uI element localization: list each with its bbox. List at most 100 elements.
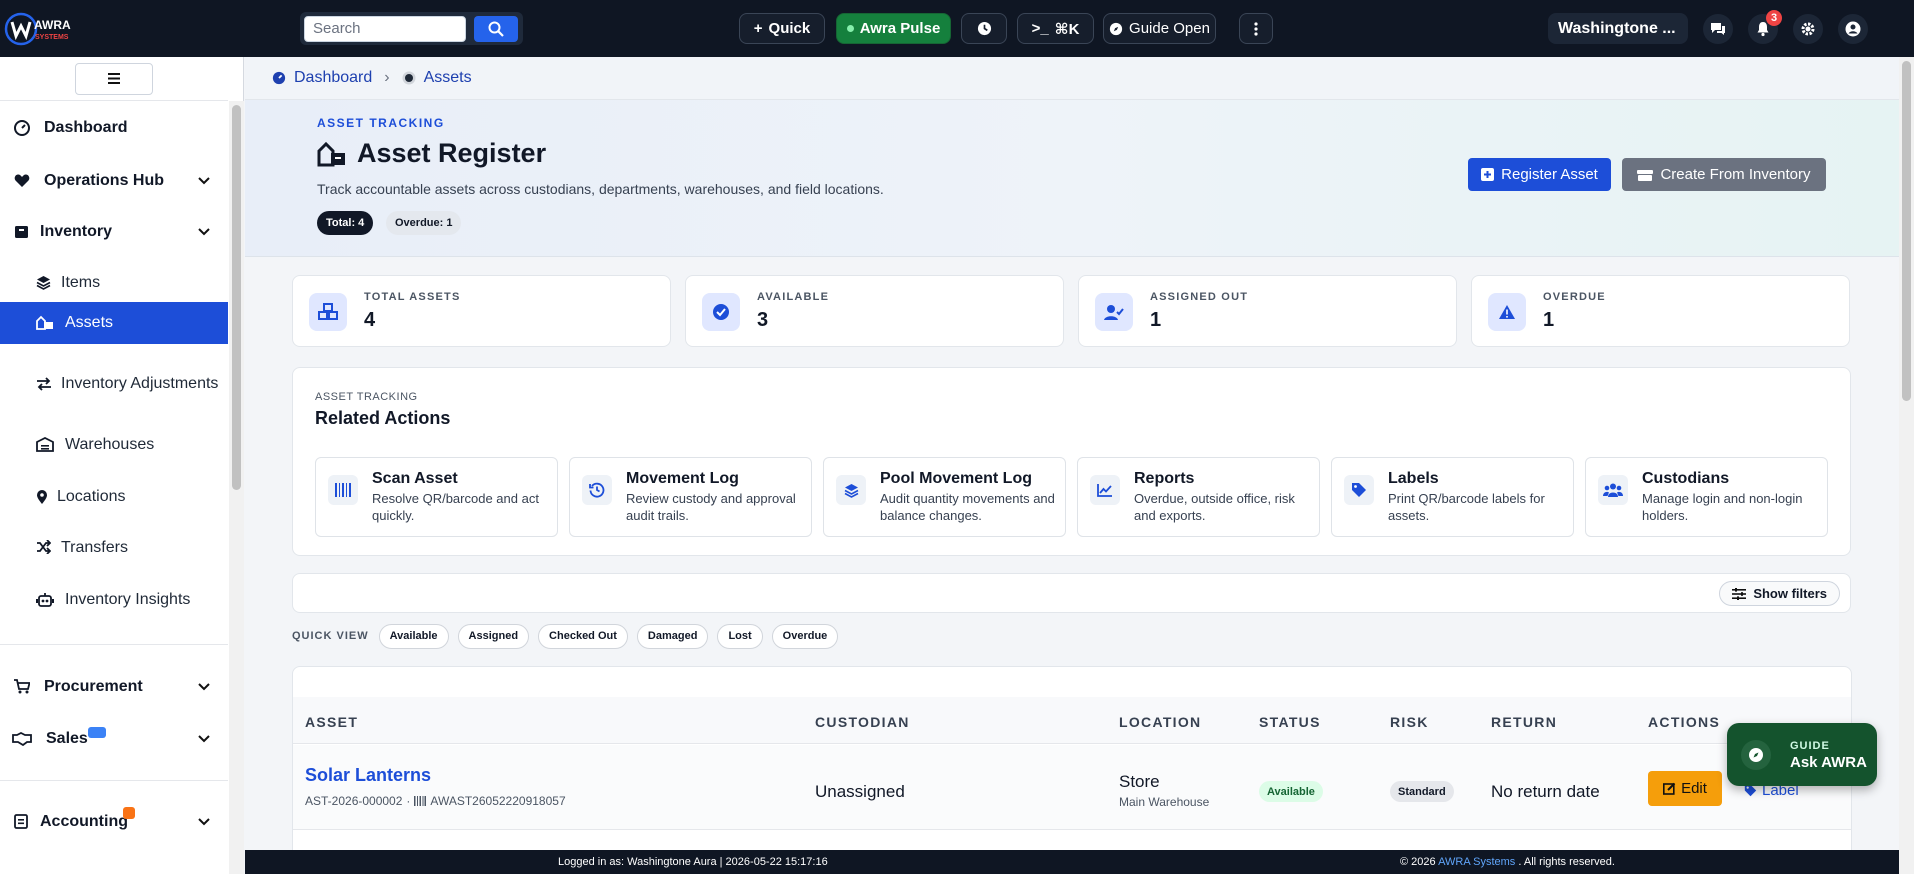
search-input[interactable] bbox=[304, 15, 466, 42]
notifications-button[interactable]: 3 bbox=[1748, 10, 1782, 44]
chevron-down-icon bbox=[198, 177, 210, 185]
edit-button[interactable]: Edit bbox=[1648, 771, 1722, 806]
register-asset-label: Register Asset bbox=[1501, 166, 1598, 183]
quick-view-chip-lost[interactable]: Lost bbox=[717, 623, 763, 649]
column-header-risk[interactable]: RISK bbox=[1390, 714, 1429, 730]
footer-brand-link[interactable]: AWRA Systems bbox=[1438, 856, 1515, 868]
sidebar-item-inventory-insights[interactable]: Inventory Insights bbox=[0, 574, 228, 626]
awra-pulse-button[interactable]: Awra Pulse bbox=[836, 13, 951, 44]
plus-icon: + bbox=[753, 20, 763, 37]
action-title: Labels bbox=[1388, 470, 1439, 487]
quick-view-chip-damaged[interactable]: Damaged bbox=[636, 623, 709, 649]
footer-copyright: © 2026 AWRA Systems . All rights reserve… bbox=[1400, 856, 1615, 868]
command-palette-button[interactable]: >_ ⌘K bbox=[1017, 13, 1094, 44]
sidebar-item-operations-hub[interactable]: Operations Hub bbox=[0, 155, 228, 207]
breadcrumb-home-link[interactable]: Dashboard bbox=[294, 69, 372, 87]
stat-label: TOTAL ASSETS bbox=[364, 291, 461, 303]
action-card-scan-asset[interactable]: Scan Asset Resolve QR/barcode and act qu… bbox=[315, 457, 558, 537]
settings-button[interactable] bbox=[1793, 14, 1823, 44]
robot-icon bbox=[36, 592, 54, 607]
status-badge: Available bbox=[1259, 781, 1323, 802]
guide-open-label: Guide Open bbox=[1129, 20, 1210, 37]
overdue-count-pill: Overdue: 1 bbox=[386, 211, 462, 235]
pulse-dot-icon bbox=[846, 25, 854, 32]
action-description: Print QR/barcode labels for assets. bbox=[1388, 491, 1545, 523]
sidebar-item-label: Sales bbox=[46, 730, 88, 747]
register-asset-button[interactable]: Register Asset bbox=[1468, 158, 1611, 191]
layers-icon bbox=[36, 275, 51, 290]
profile-button[interactable] bbox=[1838, 14, 1868, 44]
sidebar-toggle-button[interactable] bbox=[75, 62, 153, 95]
sidebar-item-label: Operations Hub bbox=[44, 172, 165, 189]
stat-label: ASSIGNED OUT bbox=[1150, 291, 1249, 303]
sidebar-divider bbox=[0, 780, 228, 781]
action-card-movement-log[interactable]: Movement Log Review custody and approval… bbox=[569, 457, 812, 537]
sidebar-item-procurement[interactable]: Procurement bbox=[0, 661, 228, 713]
sidebar-scroll-thumb[interactable] bbox=[232, 105, 241, 490]
action-card-pool-movement-log[interactable]: Pool Movement Log Audit quantity movemen… bbox=[823, 457, 1066, 537]
sidebar-item-sales[interactable]: Sales bbox=[0, 713, 228, 765]
awra-logo[interactable]: AWRA SYSTEMS bbox=[4, 12, 86, 46]
sidebar-item-warehouses[interactable]: Warehouses bbox=[0, 419, 228, 471]
sidebar-item-label: Warehouses bbox=[65, 436, 155, 453]
quick-view-chip-assigned[interactable]: Assigned bbox=[457, 623, 530, 649]
search-button[interactable] bbox=[474, 15, 518, 42]
asset-code: AST-2026-000002 bbox=[305, 794, 403, 808]
search-box bbox=[300, 12, 523, 45]
column-header-location[interactable]: LOCATION bbox=[1119, 714, 1201, 730]
guide-open-button[interactable]: Guide Open bbox=[1103, 13, 1216, 44]
show-filters-button[interactable]: Show filters bbox=[1719, 581, 1840, 606]
sidebar-item-label: Inventory Insights bbox=[65, 591, 191, 608]
quick-view-chip-checked-out[interactable]: Checked Out bbox=[538, 623, 628, 649]
compass-icon bbox=[1109, 22, 1123, 35]
chevron-down-icon bbox=[198, 683, 210, 691]
quick-button[interactable]: + Quick bbox=[739, 13, 825, 44]
footer-login-info: Logged in as: Washingtone Aura | 2026-05… bbox=[558, 856, 828, 868]
column-header-asset[interactable]: ASSET bbox=[305, 714, 358, 730]
chevron-down-icon bbox=[198, 228, 210, 236]
user-name: Washingtone ... bbox=[1558, 19, 1676, 37]
clock-button[interactable] bbox=[961, 13, 1007, 44]
guide-kicker: GUIDE bbox=[1790, 740, 1830, 752]
ask-awra-guide-button[interactable]: GUIDE Ask AWRA bbox=[1727, 723, 1877, 786]
barcode-icon bbox=[414, 796, 427, 806]
sidebar-item-assets[interactable]: Assets bbox=[0, 302, 228, 344]
sidebar-item-inventory-adjustments[interactable]: Inventory Adjustments bbox=[0, 354, 228, 414]
sidebar-item-dashboard[interactable]: Dashboard bbox=[0, 101, 228, 155]
create-from-inventory-button[interactable]: Create From Inventory bbox=[1622, 158, 1826, 191]
quick-view-chip-overdue[interactable]: Overdue bbox=[771, 623, 839, 649]
action-description: Overdue, outside office, risk and export… bbox=[1134, 491, 1295, 523]
sidebar-item-locations[interactable]: Locations bbox=[0, 471, 228, 523]
asset-name-link[interactable]: Solar Lanterns bbox=[305, 765, 431, 786]
chevron-down-icon bbox=[198, 735, 210, 743]
column-header-status[interactable]: STATUS bbox=[1259, 714, 1321, 730]
action-card-reports[interactable]: Reports Overdue, outside office, risk an… bbox=[1077, 457, 1320, 537]
action-title: Pool Movement Log bbox=[880, 470, 1032, 487]
sliders-icon bbox=[1732, 587, 1747, 600]
sidebar-item-label: Procurement bbox=[44, 678, 143, 695]
assets-crumb-icon bbox=[402, 71, 416, 85]
column-header-custodian[interactable]: CUSTODIAN bbox=[815, 714, 910, 730]
sidebar-item-label: Accounting bbox=[40, 813, 128, 830]
messages-button[interactable] bbox=[1703, 14, 1733, 44]
quick-view-chip-available[interactable]: Available bbox=[378, 623, 449, 649]
main-scrollbar[interactable] bbox=[1899, 57, 1914, 874]
page-title-row: Asset Register bbox=[317, 138, 546, 169]
top-navbar: AWRA SYSTEMS + Quick Awra Pulse >_ ⌘K Guid… bbox=[0, 0, 1914, 57]
sidebar-item-inventory[interactable]: Inventory bbox=[0, 207, 228, 257]
sidebar-item-accounting[interactable]: Accounting bbox=[0, 796, 228, 848]
sidebar-item-transfers[interactable]: Transfers bbox=[0, 522, 228, 574]
quick-label: Quick bbox=[768, 20, 811, 37]
more-menu-button[interactable] bbox=[1239, 13, 1273, 44]
main-scroll-thumb[interactable] bbox=[1902, 61, 1911, 401]
sidebar-scrollbar[interactable] bbox=[229, 101, 244, 874]
user-menu[interactable]: Washingtone ... bbox=[1548, 13, 1688, 44]
action-card-custodians[interactable]: Custodians Manage login and non-login ho… bbox=[1585, 457, 1828, 537]
clock-icon bbox=[977, 21, 991, 36]
location-cell: Store bbox=[1119, 772, 1160, 791]
footer: Logged in as: Washingtone Aura | 2026-05… bbox=[245, 850, 1899, 874]
page-title: Asset Register bbox=[357, 138, 547, 168]
action-card-labels[interactable]: Labels Print QR/barcode labels for asset… bbox=[1331, 457, 1574, 537]
column-header-return[interactable]: RETURN bbox=[1491, 714, 1557, 730]
sidebar-item-label: Assets bbox=[65, 314, 114, 331]
